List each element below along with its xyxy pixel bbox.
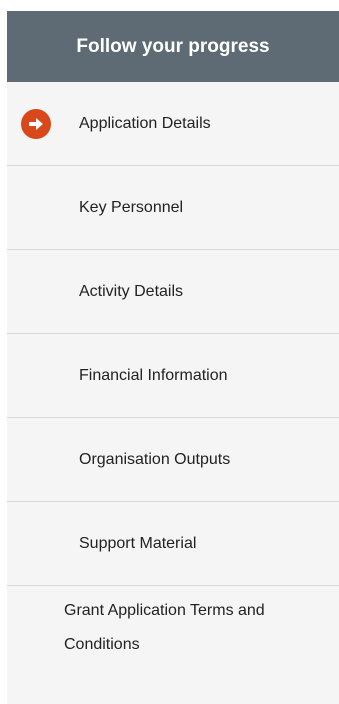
- step-organisation-outputs[interactable]: Organisation Outputs: [7, 418, 339, 502]
- step-application-details[interactable]: Application Details: [7, 82, 339, 166]
- progress-panel: Follow your progress Application Details…: [7, 11, 339, 704]
- step-label: Support Material: [79, 534, 197, 552]
- step-key-personnel[interactable]: Key Personnel: [7, 166, 339, 250]
- step-support-material[interactable]: Support Material: [7, 502, 339, 586]
- step-financial-information[interactable]: Financial Information: [7, 334, 339, 418]
- progress-steps-list: Application Details Key Personnel Activi…: [7, 82, 339, 702]
- step-label: Organisation Outputs: [79, 450, 231, 468]
- step-label: Grant Application Terms and Conditions: [64, 602, 265, 653]
- step-label: Financial Information: [79, 366, 228, 384]
- step-grant-terms-and-conditions[interactable]: Grant Application Terms and Conditions: [7, 586, 339, 702]
- progress-header: Follow your progress: [7, 11, 339, 82]
- step-label: Activity Details: [79, 282, 184, 300]
- step-activity-details[interactable]: Activity Details: [7, 250, 339, 334]
- progress-title: Follow your progress: [76, 35, 270, 57]
- arrow-right-circle-icon: [21, 108, 51, 139]
- step-label: Key Personnel: [79, 198, 184, 216]
- step-label: Application Details: [79, 114, 211, 132]
